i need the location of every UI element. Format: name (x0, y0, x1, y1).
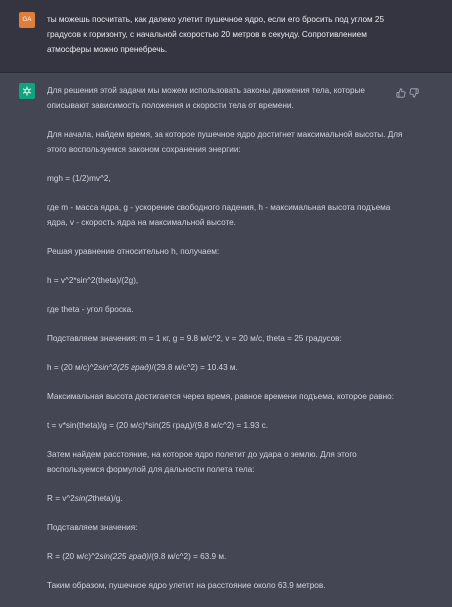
formula-part: R = (20 м/с)^2 (47, 552, 100, 561)
answer-paragraph: Для решения этой задачи мы можем использ… (47, 86, 365, 110)
formula-part: /(29.8 м/с^2) = 10.43 м. (151, 363, 238, 372)
formula-part-italic: sin^2(25 град) (98, 363, 152, 372)
user-message-row: GA ты можешь посчитать, как далеко улети… (0, 0, 452, 73)
formula-part-italic: sin(2 (74, 494, 93, 503)
thumbs-down-icon[interactable] (409, 85, 419, 98)
answer-paragraph: Подставляем значения: m = 1 кг, g = 9.8 … (47, 334, 342, 343)
answer-paragraph: где theta - угол броска. (47, 305, 134, 314)
formula-part: R = v^2 (47, 494, 75, 503)
answer-paragraph: Максимальная высота достигается через вр… (47, 392, 394, 401)
formula-height-values: h = (20 м/с)^2sin^2(25 град)/(29.8 м/с^2… (47, 360, 407, 375)
assistant-message-text: Для решения этой задачи мы можем использ… (47, 83, 407, 607)
answer-paragraph: где m - масса ядра, g - ускорение свобод… (47, 203, 391, 227)
formula-range: R = v^2sin(2theta)/g. (47, 491, 407, 506)
user-message-text: ты можешь посчитать, как далеко улетит п… (47, 15, 385, 54)
formula-part: h = (20 м/с)^2 (47, 363, 99, 372)
formula-height: h = v^2*sin^2(theta)/(2g), (47, 276, 139, 285)
answer-paragraph: Подставляем значения: (47, 523, 138, 532)
assistant-message-row: Для решения этой задачи мы можем использ… (0, 73, 452, 590)
formula-energy: mgh = (1/2)mv^2, (47, 174, 111, 183)
user-avatar: GA (19, 12, 35, 28)
answer-paragraph: Для начала, найдем время, за которое пуш… (47, 130, 403, 154)
openai-logo-icon (19, 83, 35, 99)
formula-time: t = v*sin(theta)/g = (20 м/с)*sin(25 гра… (47, 421, 269, 430)
formula-range-values: R = (20 м/с)^2sin(225 град)/(9.8 м/с^2) … (47, 549, 407, 564)
answer-paragraph: Затем найдем расстояние, на которое ядро… (47, 450, 357, 474)
answer-paragraph: Решая уравнение относительно h, получаем… (47, 247, 220, 256)
formula-part-italic: sin(225 град) (99, 552, 150, 561)
formula-part: theta)/g. (92, 494, 123, 503)
formula-part: /(9.8 м/с^2) = 63.9 м. (149, 552, 227, 561)
answer-conclusion: Таким образом, пушечное ядро улетит на р… (47, 581, 326, 590)
